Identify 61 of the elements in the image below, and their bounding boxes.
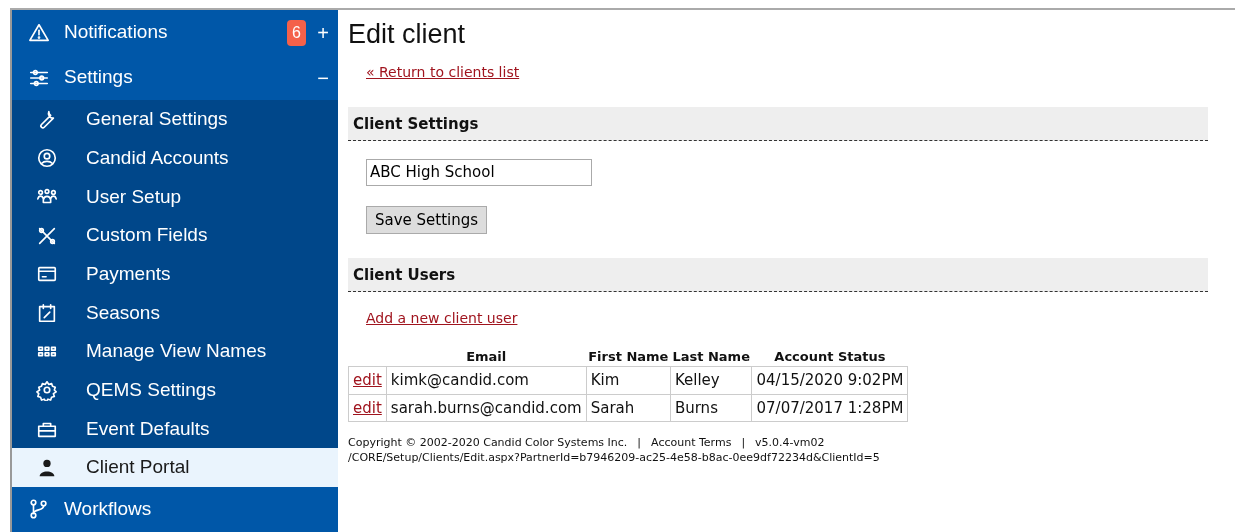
column-header: Account Status (774, 348, 886, 364)
table-cell: kimk@candid.com (386, 366, 587, 395)
sidebar-item[interactable]: Notifications 6 + (12, 10, 338, 56)
table-cell: Kim (586, 366, 671, 395)
sidebar-item[interactable]: Seasons (12, 293, 338, 333)
sidebar-item[interactable]: Workflows (12, 486, 338, 532)
back-link[interactable]: « Return to clients list (366, 64, 520, 81)
sidebar-item[interactable]: User Setup (12, 177, 338, 217)
gear-icon (36, 379, 58, 402)
branch-icon (28, 498, 50, 521)
url-path: /CORE/Setup/Clients/Edit.aspx?PartnerId=b7946209-ac25-4e58-b8ac-0ee9df72234d&ClientId=5 (348, 450, 881, 465)
table-cell: Sarah (586, 394, 671, 422)
sidebar-item[interactable]: Custom Fields (12, 216, 338, 255)
sidebar-item[interactable]: Payments (12, 254, 338, 294)
edit-link[interactable]: edit (353, 371, 382, 390)
menu-label: Manage View Names (86, 339, 267, 364)
warning-icon (28, 21, 50, 44)
menu-label: Payments (86, 261, 171, 286)
sidebar-item[interactable]: Candid Accounts (12, 138, 338, 178)
notification-count: 6 (287, 19, 306, 46)
table-cell: 07/07/2017 1:28PM (752, 394, 908, 422)
sidebar-item[interactable]: Manage View Names (12, 332, 338, 371)
sidebar-item[interactable]: General Settings (12, 100, 338, 139)
section-heading: Client Settings (348, 107, 1208, 141)
save-button[interactable]: Save Settings (366, 205, 488, 235)
menu-label: Candid Accounts (86, 145, 229, 170)
footer-text: Account Terms (651, 436, 732, 450)
user-circle-icon (36, 147, 58, 170)
table-cell: Kelley (670, 366, 752, 395)
sidebar-item[interactable]: Settings − (12, 55, 338, 101)
toggle-icon[interactable]: + (316, 17, 330, 48)
menu-label: Custom Fields (86, 223, 208, 248)
menu-label: QEMS Settings (86, 378, 216, 402)
table-cell: Burns (670, 394, 752, 422)
column-header: Email (466, 348, 507, 364)
menu-label: Seasons (86, 300, 160, 325)
calendar-icon (36, 301, 58, 324)
edit-link[interactable]: edit (353, 398, 382, 417)
menu-label: User Setup (86, 184, 182, 209)
toggle-icon[interactable]: − (316, 62, 330, 93)
sidebar-item[interactable]: QEMS Settings (12, 370, 338, 410)
menu-label: Client Portal (86, 455, 190, 480)
menu-label: Workflows (64, 497, 153, 522)
menu-label: General Settings (86, 107, 228, 132)
column-header: Last Name (672, 348, 750, 364)
add-user-link[interactable]: Add a new client user (366, 309, 518, 326)
page-title: Edit client (348, 18, 467, 51)
table-cell: 04/15/2020 9:02PM (752, 366, 908, 395)
footer-text: Copyright © 2002-2020 Candid Color Systems Inc. (348, 436, 628, 450)
sidebar-item[interactable]: Event Defaults (12, 409, 338, 449)
menu-label: Settings (64, 65, 134, 90)
footer-text: v5.0.4-vm02 (755, 436, 825, 450)
footer-text: | (741, 436, 746, 450)
input-field[interactable]: ABC High School (366, 158, 592, 186)
menu-label: Notifications (64, 20, 169, 45)
sidebar-item[interactable]: Client Portal (12, 448, 338, 487)
section-heading: Client Users (348, 258, 1208, 292)
table-cell: sarah.burns@candid.com (386, 394, 587, 422)
footer-text: | (637, 436, 642, 450)
column-header: First Name (588, 348, 669, 364)
menu-label: Event Defaults (86, 416, 210, 441)
